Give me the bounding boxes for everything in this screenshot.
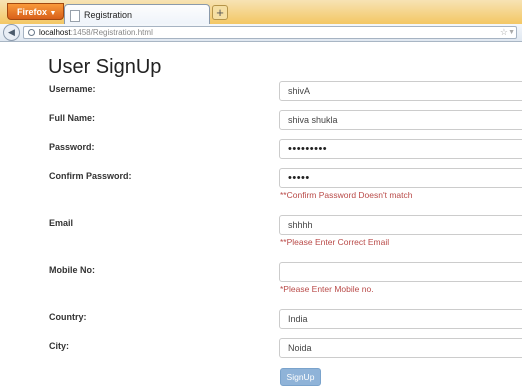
country-label: Country: (49, 312, 87, 322)
back-button[interactable]: ◀ (3, 24, 20, 41)
page-title: User SignUp (48, 56, 162, 78)
back-arrow-icon: ◀ (8, 27, 15, 37)
address-bar[interactable]: localhost:1458/Registration.html ☆ ▼ (23, 26, 517, 39)
email-error: **Please Enter Correct Email (280, 237, 390, 247)
tab-label: Registration (84, 10, 133, 20)
email-label: Email (49, 218, 74, 228)
chevron-down-icon: ▼ (49, 10, 57, 17)
mobile-input[interactable] (279, 262, 522, 282)
url-path: :1458/Registration.html (70, 28, 153, 37)
password-input[interactable]: ••••••••• (279, 139, 522, 159)
confirm-password-error: **Confirm Password Doesn't match (280, 190, 413, 200)
new-tab-button[interactable]: + (212, 5, 228, 20)
username-input[interactable]: shivA (279, 81, 522, 101)
signup-button[interactable]: SignUp (280, 368, 321, 386)
browser-tab-bar: Firefox ▼ Registration + (0, 0, 522, 25)
bookmark-star-icon[interactable]: ☆ (500, 27, 508, 38)
mobile-error: *Please Enter Mobile no. (280, 284, 374, 294)
page-icon (70, 10, 80, 22)
navigation-bar: ◀ localhost:1458/Registration.html ☆ ▼ (0, 24, 522, 42)
url-text: localhost:1458/Registration.html (39, 27, 153, 38)
globe-icon (28, 29, 35, 36)
firefox-menu-button[interactable]: Firefox ▼ (7, 3, 64, 20)
mobile-label: Mobile No: (49, 265, 95, 275)
confirm-password-label: Confirm Password: (49, 171, 132, 181)
fullname-label: Full Name: (49, 113, 96, 123)
confirm-password-input[interactable]: ••••• (279, 168, 522, 188)
city-select[interactable]: Noida (279, 338, 522, 358)
username-label: Username: (49, 84, 96, 94)
url-host: localhost (39, 28, 71, 37)
url-dropdown-icon[interactable]: ▼ (508, 27, 515, 38)
tab-registration[interactable]: Registration (64, 4, 210, 25)
password-label: Password: (49, 142, 95, 152)
city-label: City: (49, 341, 69, 351)
firefox-menu-label: Firefox (17, 7, 48, 17)
country-select[interactable]: India (279, 309, 522, 329)
fullname-input[interactable]: shiva shukla (279, 110, 522, 130)
email-input[interactable]: shhhh (279, 215, 522, 235)
